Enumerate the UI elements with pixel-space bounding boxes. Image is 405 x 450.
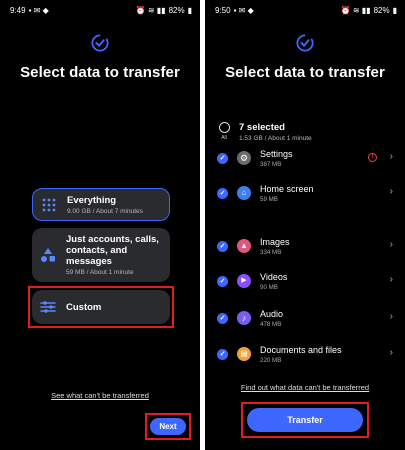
notification-icons: ▪ ✉ ◆ (233, 5, 254, 15)
highlight-box-transfer (241, 402, 369, 438)
home-icon: ⌂ (237, 186, 251, 200)
item-size: 220 MB (260, 357, 282, 364)
play-icon: ▶ (237, 274, 251, 288)
highlight-box-next (145, 413, 191, 440)
grid-icon (42, 198, 56, 211)
option-sub: 9.00 GB / About 7 minutes (67, 207, 143, 215)
battery-percent: 82% (373, 5, 390, 15)
item-size: 478 MB (260, 321, 282, 328)
chevron-right-icon: › (389, 239, 393, 250)
signal-icons: ⏰ ≋ ▮▮ (135, 5, 166, 15)
status-bar: 9:49 ▪ ✉ ◆ ⏰ ≋ ▮▮ 82% ▮ (10, 4, 192, 16)
page-title: Select data to transfer (225, 64, 385, 81)
option-everything[interactable]: Everything 9.00 GB / About 7 minutes (32, 188, 170, 221)
left-screen: 9:49 ▪ ✉ ◆ ⏰ ≋ ▮▮ 82% ▮ Select data to t… (0, 0, 200, 450)
smart-switch-logo-icon (91, 34, 109, 52)
checkmark-icon[interactable]: ✓ (217, 349, 228, 360)
notification-icons: ▪ ✉ ◆ (28, 5, 49, 15)
item-name: Images (260, 237, 290, 247)
list-item-settings[interactable]: ✓ ⚙ Settings 387 MB ! › (215, 148, 397, 172)
music-note-icon: ♪ (237, 311, 251, 325)
checkmark-icon[interactable]: ✓ (217, 153, 228, 164)
highlight-box-custom (28, 286, 174, 328)
battery-percent: 82% (168, 5, 185, 15)
selected-count: 7 selected (239, 122, 285, 133)
item-name: Documents and files (260, 345, 342, 355)
chevron-right-icon: › (389, 186, 393, 197)
chevron-right-icon: › (389, 151, 393, 162)
select-all-checkbox[interactable]: All (217, 122, 231, 141)
chevron-right-icon: › (389, 311, 393, 322)
item-size: 387 MB (260, 161, 282, 168)
shapes-icon (41, 248, 55, 262)
selected-summary: 1.53 GB / About 1 minute (239, 135, 312, 142)
option-sub: 59 MB / About 1 minute (66, 269, 134, 276)
select-all-circle-icon (218, 122, 230, 133)
item-name: Home screen (260, 184, 314, 194)
option-accounts-calls-contacts-messages[interactable]: Just accounts, calls, contacts, and mess… (32, 228, 170, 282)
item-size: 334 MB (260, 249, 282, 256)
battery-icon: ▮ (187, 5, 192, 15)
image-icon: ▲ (237, 239, 251, 253)
list-item-home-screen[interactable]: ✓ ⌂ Home screen 59 MB › (215, 183, 397, 207)
page-title: Select data to transfer (20, 64, 180, 81)
chevron-right-icon: › (389, 274, 393, 285)
right-screen: 9:50 ▪ ✉ ◆ ⏰ ≋ ▮▮ 82% ▮ Select data to t… (205, 0, 405, 450)
smart-switch-logo-icon (296, 34, 314, 52)
item-name: Settings (260, 149, 293, 159)
list-item-videos[interactable]: ✓ ▶ Videos 90 MB › (215, 271, 397, 295)
document-icon: ▤ (237, 347, 251, 361)
checkmark-icon[interactable]: ✓ (217, 313, 228, 324)
chevron-right-icon: › (389, 347, 393, 358)
battery-icon: ▮ (392, 5, 397, 15)
cant-transfer-link[interactable]: Find out what data can't be transferred (205, 383, 405, 392)
status-bar: 9:50 ▪ ✉ ◆ ⏰ ≋ ▮▮ 82% ▮ (215, 4, 397, 16)
status-time: 9:50 (215, 5, 231, 15)
item-name: Videos (260, 272, 288, 282)
warning-icon: ! (368, 153, 377, 162)
signal-icons: ⏰ ≋ ▮▮ (340, 5, 371, 15)
item-name: Audio (260, 309, 284, 319)
checkmark-icon[interactable]: ✓ (217, 241, 228, 252)
status-time: 9:49 (10, 5, 26, 15)
checkmark-icon[interactable]: ✓ (217, 188, 228, 199)
option-label: Just accounts, calls, contacts, and mess… (66, 234, 159, 267)
select-all-label: All (221, 135, 227, 141)
item-size: 59 MB (260, 196, 278, 203)
list-item-documents[interactable]: ✓ ▤ Documents and files 220 MB › (215, 344, 397, 368)
gear-icon: ⚙ (237, 151, 251, 165)
list-item-images[interactable]: ✓ ▲ Images 334 MB › (215, 236, 397, 260)
list-item-audio[interactable]: ✓ ♪ Audio 478 MB › (215, 308, 397, 332)
option-label: Everything (67, 194, 117, 206)
item-size: 90 MB (260, 284, 278, 291)
checkmark-icon[interactable]: ✓ (217, 276, 228, 287)
cant-transfer-link[interactable]: See what can't be transferred (0, 391, 200, 400)
